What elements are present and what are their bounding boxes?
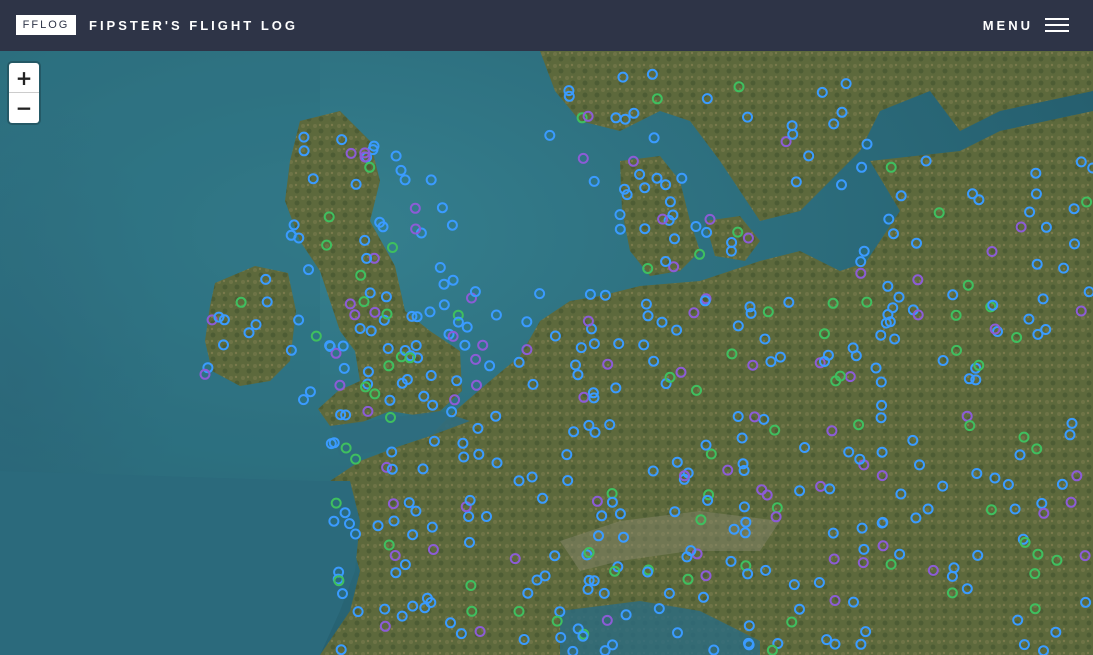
satellite-map[interactable] <box>0 51 1093 655</box>
map-canvas[interactable] <box>0 51 1093 655</box>
ireland-landmass <box>205 266 296 386</box>
zoom-in-button[interactable]: + <box>9 63 39 93</box>
zoom-control: + − <box>9 63 39 123</box>
site-title[interactable]: FIPSTER'S FLIGHT LOG <box>89 16 298 36</box>
bay-of-biscay <box>0 471 360 655</box>
site-logo[interactable]: FFLOG <box>16 15 76 35</box>
menu-label[interactable]: MENU <box>983 16 1033 36</box>
zoom-out-button[interactable]: − <box>9 93 39 123</box>
top-bar: FFLOG FIPSTER'S FLIGHT LOG MENU <box>0 0 1093 51</box>
hamburger-menu-icon[interactable] <box>1045 18 1069 32</box>
